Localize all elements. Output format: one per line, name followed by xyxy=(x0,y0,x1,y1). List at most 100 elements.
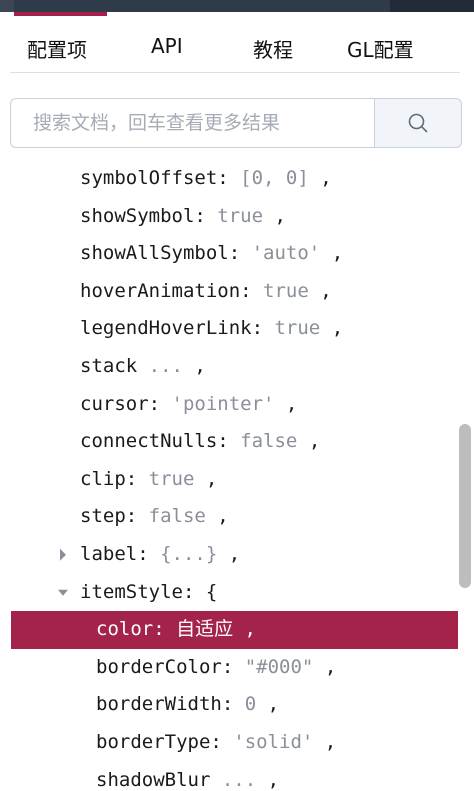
option-suffix: , xyxy=(320,242,344,265)
option-separator: : xyxy=(251,317,275,340)
tree-row[interactable]: hoverAnimation: true , xyxy=(0,273,460,311)
tree-row-text: symbolOffset: [0, 0] , xyxy=(80,160,332,198)
option-separator: : xyxy=(221,693,245,716)
option-value: 'solid' xyxy=(233,731,314,753)
option-separator: : xyxy=(125,467,149,490)
tree-row-text: borderColor: "#000" , xyxy=(96,649,336,687)
option-separator: : xyxy=(240,279,264,302)
tree-row[interactable]: shadowBlur ... , xyxy=(0,762,460,791)
option-separator: : xyxy=(221,655,245,678)
tree-row-text: shadowBlur ... , xyxy=(96,762,279,791)
tree-row-text: step: false , xyxy=(80,498,229,536)
option-key: symbolOffset xyxy=(80,167,218,189)
tree-row-text: hoverAnimation: true , xyxy=(80,273,332,311)
scrollbar-thumb[interactable] xyxy=(459,424,471,588)
option-value: ... xyxy=(148,355,183,377)
option-suffix: , xyxy=(263,204,286,227)
option-separator: : xyxy=(194,204,218,227)
tree-row-text: showAllSymbol: 'auto' , xyxy=(80,235,343,273)
option-value: true xyxy=(274,317,321,340)
top-bar-left-edge xyxy=(0,0,14,12)
search-button[interactable] xyxy=(374,98,462,148)
option-suffix: , xyxy=(313,731,337,753)
option-value: 'auto' xyxy=(251,242,321,265)
option-suffix: , xyxy=(297,430,321,453)
option-key: showAllSymbol xyxy=(80,242,229,265)
tree-row[interactable]: symbolOffset: [0, 0] , xyxy=(0,160,460,198)
tree-row[interactable]: itemStyle: { xyxy=(0,574,460,612)
tree-row[interactable]: clip: true , xyxy=(0,461,460,499)
tree-row[interactable]: connectNulls: false , xyxy=(0,423,460,461)
option-separator xyxy=(137,355,148,377)
option-suffix: , xyxy=(320,317,344,340)
option-suffix: , xyxy=(313,655,337,678)
option-separator: : xyxy=(210,731,234,753)
tree-row[interactable]: cursor: 'pointer' , xyxy=(0,386,460,424)
tree-row-text: itemStyle: { xyxy=(80,574,217,612)
tree-row-text: showSymbol: true , xyxy=(80,198,286,236)
option-separator xyxy=(210,769,221,791)
tree-row[interactable]: stack ... , xyxy=(0,348,460,386)
option-key: connectNulls xyxy=(80,430,218,453)
option-key: borderType xyxy=(96,731,211,753)
option-suffix: , xyxy=(233,618,256,641)
option-key: showSymbol xyxy=(80,204,195,227)
option-key: itemStyle xyxy=(80,580,183,603)
option-key: borderColor xyxy=(96,655,222,678)
option-value: { xyxy=(205,580,218,603)
tree-row[interactable]: legendHoverLink: true , xyxy=(0,310,460,348)
option-suffix: , xyxy=(308,167,332,189)
option-separator: : xyxy=(153,618,177,641)
option-value: 'pointer' xyxy=(171,392,275,415)
caret-right-icon[interactable] xyxy=(56,536,70,574)
tree-row[interactable]: showAllSymbol: 'auto' , xyxy=(0,235,460,273)
tree-row-text: cursor: 'pointer' , xyxy=(80,386,297,424)
option-key: color xyxy=(96,618,154,641)
option-key: cursor xyxy=(80,392,149,415)
tree-row[interactable]: borderWidth: 0 , xyxy=(0,686,460,724)
tree-row-selected[interactable]: color: 自适应 , xyxy=(11,611,458,649)
option-value: false xyxy=(240,430,298,453)
option-separator: : xyxy=(217,430,241,453)
option-suffix: , xyxy=(256,693,280,716)
option-value: 自适应 xyxy=(176,618,234,641)
tree-row[interactable]: borderColor: "#000" , xyxy=(0,649,460,687)
option-separator: : xyxy=(217,167,241,189)
option-separator: : xyxy=(182,580,206,603)
tab-options[interactable]: 配置项 xyxy=(27,34,87,63)
tab-tutorial[interactable]: 教程 xyxy=(253,34,293,63)
option-value: false xyxy=(148,505,206,528)
docs-page: 配置项 API 教程 GL配置 symbolOffset: [0, 0] ,sh… xyxy=(0,0,474,791)
tab-api[interactable]: API xyxy=(151,34,183,58)
search-input[interactable] xyxy=(10,98,397,148)
option-suffix: , xyxy=(182,355,206,377)
option-value: "#000" xyxy=(244,655,314,678)
tree-row-text: clip: true , xyxy=(80,461,217,499)
option-suffix: , xyxy=(274,392,298,415)
option-value: {...} xyxy=(160,543,218,565)
caret-down-icon[interactable] xyxy=(56,574,70,612)
option-suffix: , xyxy=(205,505,229,528)
option-key: stack xyxy=(80,355,138,377)
doc-tabs: 配置项 API 教程 GL配置 xyxy=(10,16,460,73)
search-icon xyxy=(408,113,428,133)
tree-row-text: label: {...} , xyxy=(80,536,240,574)
option-key: hoverAnimation xyxy=(80,279,241,302)
option-suffix: , xyxy=(217,543,241,565)
tab-gl-options[interactable]: GL配置 xyxy=(347,34,414,63)
option-separator: : xyxy=(148,392,172,415)
tree-row-text: stack ... , xyxy=(80,348,206,386)
tree-row[interactable]: showSymbol: true , xyxy=(0,198,460,236)
option-suffix: , xyxy=(194,467,218,490)
option-key: borderWidth xyxy=(96,693,222,716)
option-value: ... xyxy=(221,768,257,791)
tree-row[interactable]: step: false , xyxy=(0,498,460,536)
tree-row[interactable]: label: {...} , xyxy=(0,536,460,574)
option-tree: symbolOffset: [0, 0] , showSymbol: true ,… xyxy=(0,158,474,791)
top-bar-right-edge xyxy=(390,0,474,12)
tree-row[interactable]: borderType: 'solid' , xyxy=(0,724,460,762)
option-key: label xyxy=(80,543,138,565)
option-separator: : xyxy=(137,543,161,565)
option-separator: : xyxy=(125,505,149,528)
option-suffix: , xyxy=(308,279,332,302)
